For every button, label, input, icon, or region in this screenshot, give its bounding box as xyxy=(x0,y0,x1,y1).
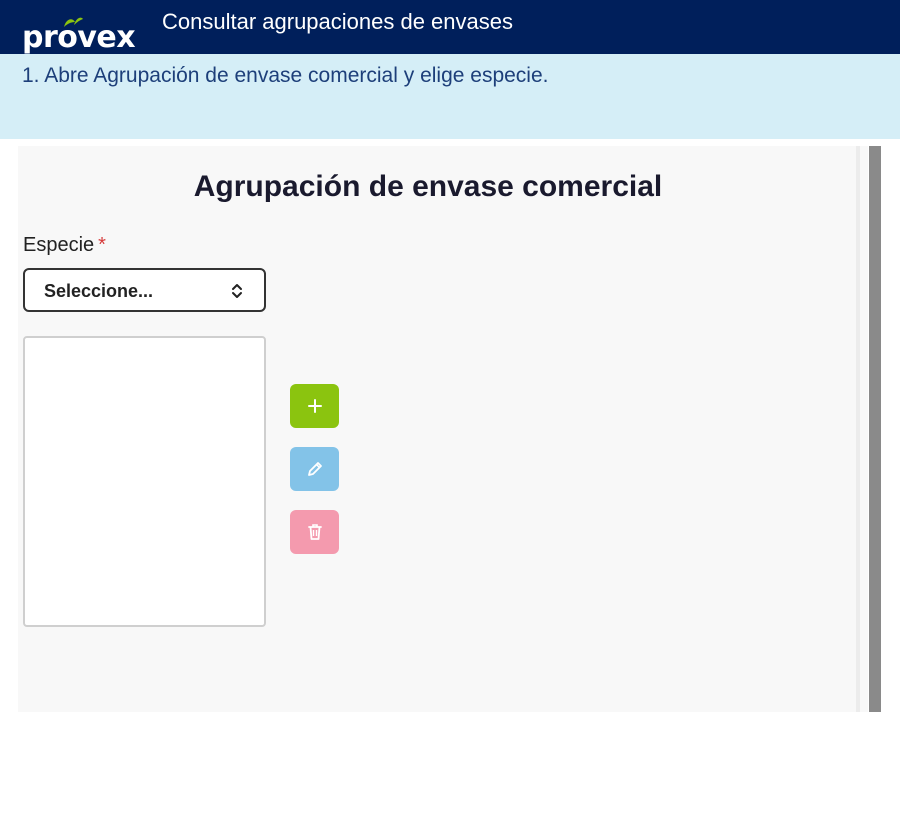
especie-selected-value: Seleccione... xyxy=(44,281,154,301)
leaf-icon xyxy=(64,17,83,27)
trash-icon xyxy=(307,524,322,540)
scrollbar[interactable] xyxy=(869,146,881,712)
provex-logo: provex xyxy=(22,16,152,56)
form-title: Agrupación de envase comercial xyxy=(193,170,663,203)
chevron-up-down-icon xyxy=(232,284,242,298)
especie-label-text: Especie xyxy=(23,234,95,256)
add-button[interactable] xyxy=(290,384,339,428)
especie-select[interactable]: Seleccione... xyxy=(23,268,266,312)
especie-label: Especie * xyxy=(23,232,106,258)
page-title: Consultar agrupaciones de envases xyxy=(162,9,514,34)
instruction-band: 1. Abre Agrupación de envase comercial y… xyxy=(0,54,900,139)
pencil-icon xyxy=(307,462,322,476)
delete-button[interactable] xyxy=(290,510,339,554)
agrupacion-list[interactable] xyxy=(23,336,266,627)
form-screenshot: Agrupación de envase comercial Especie * … xyxy=(18,146,868,712)
edit-button[interactable] xyxy=(290,447,339,491)
required-mark: * xyxy=(98,234,106,256)
plus-icon xyxy=(307,399,322,413)
instruction-text: 1. Abre Agrupación de envase comercial y… xyxy=(22,64,549,87)
header-bar: provex Consultar agrupaciones de envases xyxy=(0,0,900,56)
screen-edge xyxy=(856,146,860,712)
